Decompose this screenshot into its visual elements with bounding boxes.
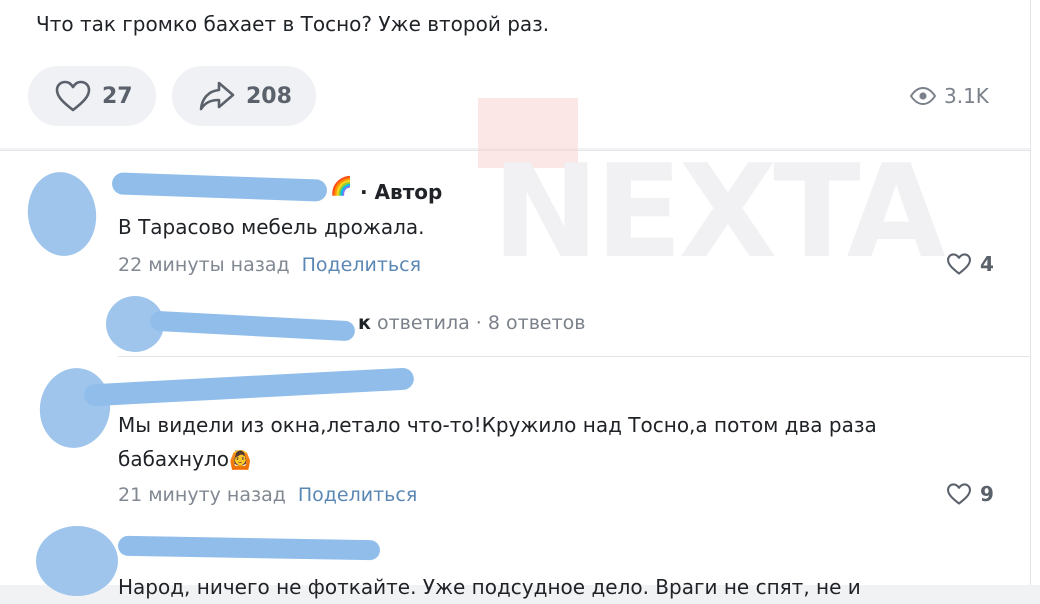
divider: [118, 356, 1030, 357]
comment-time: 21 минуту назад: [118, 484, 286, 506]
comment-text: В Тарасово мебель дрожала.: [118, 215, 425, 239]
rainbow-icon: 🌈: [330, 176, 353, 197]
author-name[interactable]: [111, 172, 328, 202]
avatar[interactable]: [22, 167, 102, 261]
share-arrow-icon: [199, 81, 235, 111]
divider: [0, 150, 1030, 151]
views-counter: 3.1K: [910, 84, 989, 108]
reply-count: · 8 ответов: [475, 312, 586, 334]
share-count: 208: [246, 83, 292, 109]
share-link[interactable]: Поделиться: [302, 254, 421, 276]
reply-author-tail: к: [358, 312, 371, 334]
comment-text-tail: бабахнуло: [118, 447, 229, 471]
views-count: 3.1K: [944, 84, 989, 108]
share-link[interactable]: Поделиться: [298, 484, 417, 506]
comment-like-count: 9: [980, 482, 994, 506]
right-edge: [1030, 0, 1040, 585]
like-button[interactable]: 27: [28, 66, 156, 126]
comment-like-button[interactable]: 4: [946, 252, 994, 276]
comment-like-count: 4: [980, 252, 994, 276]
heart-icon: [947, 483, 971, 505]
heart-icon: [55, 80, 91, 112]
author-badge: · Автор: [360, 180, 443, 204]
replies-summary[interactable]: к ответила · 8 ответов: [358, 312, 585, 334]
comment-like-button[interactable]: 9: [946, 482, 994, 506]
comment-text: Народ, ничего не фоткайте. Уже подсудное…: [118, 575, 861, 599]
comment-text-line-2: бабахнуло🙆: [118, 442, 251, 478]
author-name[interactable]: [83, 367, 415, 407]
eye-icon: [910, 87, 936, 105]
comment-meta: 22 минуты назад Поделиться: [118, 254, 421, 276]
reply-action: ответила: [376, 312, 470, 334]
comment-meta: 21 минуту назад Поделиться: [118, 484, 417, 506]
avatar[interactable]: [33, 362, 117, 454]
comment-text-line-1: Мы видели из окна,летало что-то!Кружило …: [118, 413, 877, 437]
post-text: Что так громко бахает в Тосно? Уже второ…: [36, 12, 550, 36]
emoji-icon: 🙆: [228, 450, 252, 471]
like-count: 27: [102, 83, 133, 109]
comments-section: 🌈 · Автор В Тарасово мебель дрожала. 22 …: [0, 150, 1030, 599]
post-card: Что так громко бахает в Тосно? Уже второ…: [0, 0, 1030, 148]
share-button[interactable]: 208: [172, 66, 316, 126]
heart-icon: [947, 253, 971, 275]
comment-time: 22 минуты назад: [118, 254, 290, 276]
reply-author-name[interactable]: [149, 310, 356, 342]
avatar[interactable]: [36, 526, 118, 596]
author-name[interactable]: [117, 535, 381, 561]
